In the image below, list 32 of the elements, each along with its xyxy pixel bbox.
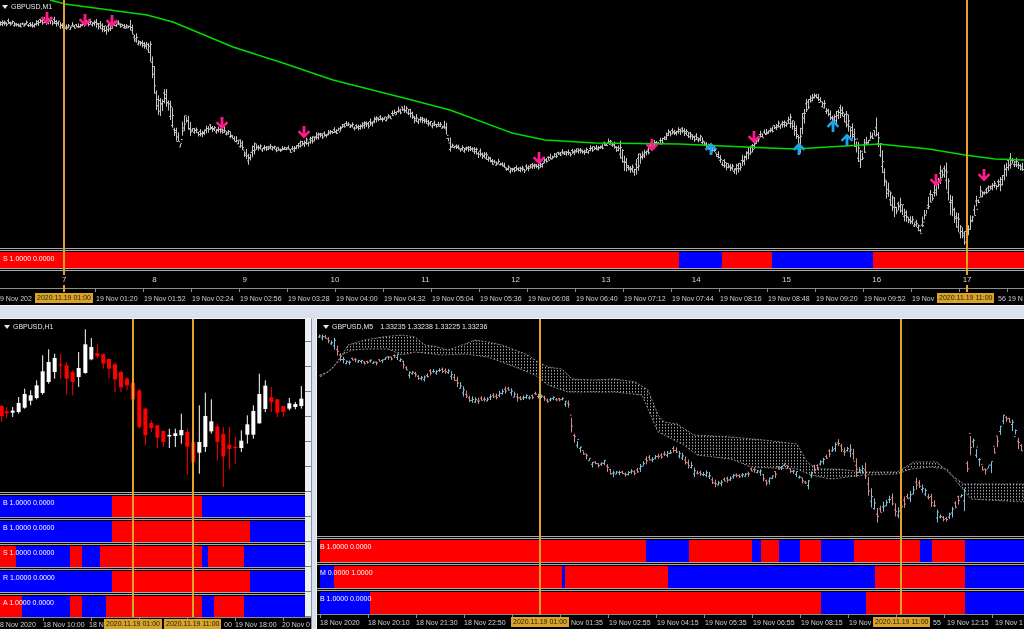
bar-index-label: 12 <box>510 274 522 285</box>
down-arrow-icon <box>40 12 54 25</box>
bar-index-label: 7 <box>60 274 68 285</box>
bar-index-label: 14 <box>690 274 702 285</box>
candlestick <box>119 369 123 393</box>
down-arrow-icon <box>297 126 311 139</box>
bar-index-label: 17 <box>961 274 973 285</box>
down-arrow-icon <box>105 15 119 28</box>
down-arrow-icon <box>78 14 92 27</box>
up-arrow-icon <box>792 142 806 155</box>
candlestick <box>125 376 129 391</box>
up-arrow-icon <box>840 133 854 146</box>
bar-index-label: 10 <box>329 274 341 285</box>
candlestick <box>113 361 117 393</box>
down-arrow-icon <box>977 169 991 182</box>
down-arrow-icon <box>929 174 943 187</box>
caret-icon[interactable] <box>2 4 8 9</box>
caret-icon[interactable] <box>4 324 10 329</box>
bar-index-label: 11 <box>420 274 431 285</box>
down-arrow-icon <box>645 139 659 152</box>
up-arrow-icon <box>704 142 718 155</box>
bar-index-label: 16 <box>871 274 883 285</box>
bar-index-label: 9 <box>241 274 248 285</box>
down-arrow-icon <box>747 131 761 144</box>
bar-index-label: 8 <box>151 274 158 285</box>
down-arrow-icon <box>532 152 546 165</box>
up-arrow-icon <box>826 119 840 132</box>
indicator-segment <box>779 540 800 562</box>
caret-icon[interactable] <box>323 324 329 329</box>
bar-index-label: 15 <box>781 274 792 285</box>
bar-index-label: 13 <box>600 274 612 285</box>
down-arrow-icon <box>215 117 229 130</box>
